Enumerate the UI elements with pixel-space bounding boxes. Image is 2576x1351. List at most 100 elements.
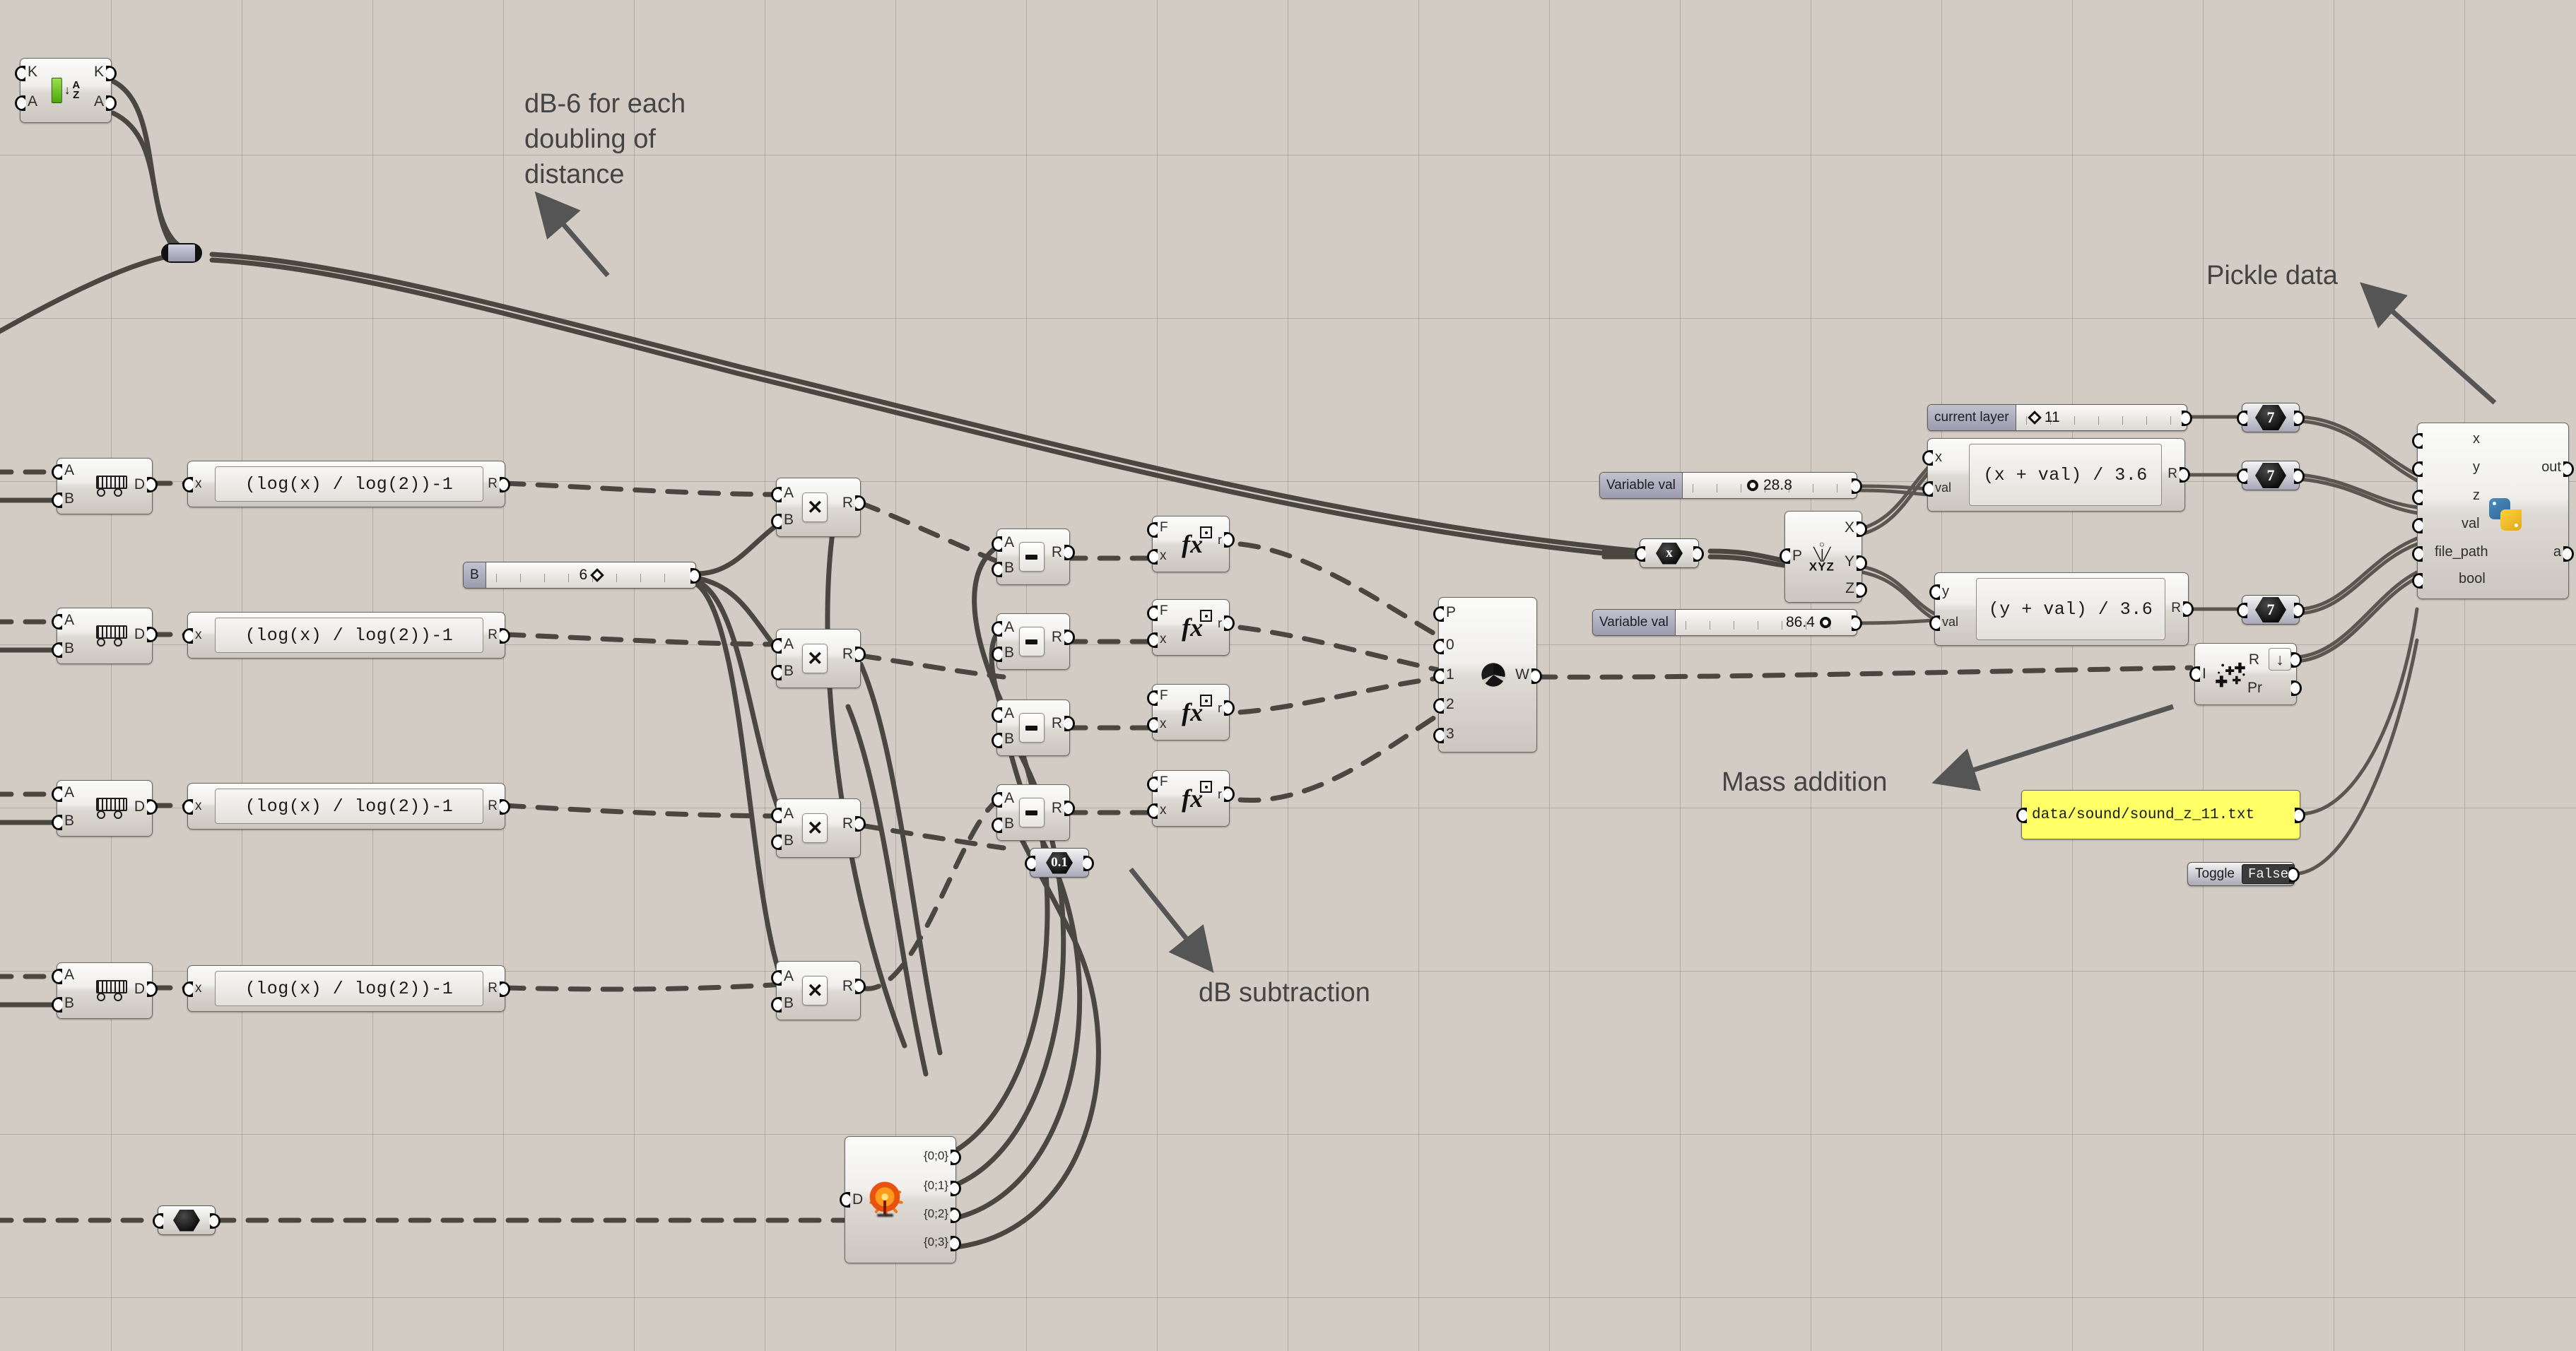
explode-tree-component[interactable]: D {0;0} {0;1} {0;2} {0;3} xyxy=(840,1136,961,1263)
expr-y-input-pin-val[interactable] xyxy=(1929,615,1941,631)
expression-input-pin-x[interactable] xyxy=(182,628,194,644)
multiply-output-pin-r[interactable] xyxy=(854,816,866,832)
subtract-input-pin-a[interactable] xyxy=(992,621,1003,637)
evaluate-component-2[interactable]: F x r fx xyxy=(1147,599,1235,656)
toggle-output-pin[interactable] xyxy=(2288,867,2300,883)
python-output-pin-a[interactable] xyxy=(2563,546,2574,562)
evaluate-output-pin-r[interactable] xyxy=(1223,700,1235,716)
multiplication-component-3[interactable]: A B R ✕ xyxy=(771,798,866,858)
num7a-output-pin[interactable] xyxy=(2293,411,2305,426)
evaluate-output-pin-r[interactable] xyxy=(1223,786,1235,802)
multiplication-component-1[interactable]: A B R ✕ xyxy=(771,478,866,537)
evaluate-input-pin-f[interactable] xyxy=(1147,690,1158,706)
expression-output-pin-r[interactable] xyxy=(499,799,510,815)
expression-component-4[interactable]: x R (log(x) / log(2))-1 xyxy=(182,965,510,1012)
number-slider-variable-val-y[interactable]: Variable val 86.4 xyxy=(1592,609,1862,636)
sort-component[interactable]: K A K A ↓ AZ xyxy=(15,58,117,123)
multiply-input-pin-b[interactable] xyxy=(771,997,782,1013)
sort-output-pin-k[interactable] xyxy=(105,66,117,81)
explodetree-output-pin-2[interactable] xyxy=(950,1208,961,1223)
sort-input-pin-a[interactable] xyxy=(15,95,26,111)
sort-output-pin-a[interactable] xyxy=(105,95,117,111)
hexparam-input-pin[interactable] xyxy=(153,1213,164,1229)
evaluate-output-pin-r[interactable] xyxy=(1223,615,1235,631)
expression-component-2[interactable]: x R (log(x) / log(2))-1 xyxy=(182,612,510,659)
numparam-output-pin[interactable] xyxy=(1083,856,1094,871)
subtract-input-pin-b[interactable] xyxy=(992,818,1003,833)
expr-x-input-pin-val[interactable] xyxy=(1922,481,1934,497)
multiply-input-pin-a[interactable] xyxy=(771,638,782,654)
multiply-input-pin-a[interactable] xyxy=(771,487,782,502)
multiply-output-pin-r[interactable] xyxy=(854,647,866,662)
subtraction-component-2[interactable]: A B R xyxy=(992,613,1075,670)
subtraction-component-4[interactable]: A B R xyxy=(992,784,1075,841)
subtract-input-pin-b[interactable] xyxy=(992,647,1003,662)
evaluate-input-pin-x[interactable] xyxy=(1147,717,1158,733)
deconstruct-output-pin-x[interactable] xyxy=(1856,521,1867,537)
subtract-output-pin-r[interactable] xyxy=(1064,630,1075,645)
distance-output-pin-d[interactable] xyxy=(146,627,158,642)
expr-y-output-pin-r[interactable] xyxy=(2182,601,2194,617)
numparam-input-pin[interactable] xyxy=(1025,856,1036,871)
weave-input-pin-2[interactable] xyxy=(1433,698,1445,714)
explodetree-output-pin-3[interactable] xyxy=(950,1236,961,1251)
num7b-output-pin[interactable] xyxy=(2293,468,2305,484)
subtract-input-pin-a[interactable] xyxy=(992,792,1003,808)
subtract-input-pin-b[interactable] xyxy=(992,562,1003,577)
deconstruct-point-component[interactable]: P X Y Z ○ ╲|╱ XYZ xyxy=(1780,511,1867,603)
expression-text-y[interactable]: (y + val) / 3.6 xyxy=(1976,578,2165,640)
expression-component-y[interactable]: y val R (y + val) / 3.6 xyxy=(1929,572,2194,646)
distance-input-pin-a[interactable] xyxy=(52,614,63,630)
weave-input-pin-1[interactable] xyxy=(1433,668,1445,684)
multiplication-component-4[interactable]: A B R ✕ xyxy=(771,961,866,1020)
multiply-input-pin-b[interactable] xyxy=(771,514,782,529)
evaluate-input-pin-f[interactable] xyxy=(1147,777,1158,792)
number-param-seven-c[interactable]: 7 xyxy=(2237,595,2305,625)
pointparam-output-pin[interactable] xyxy=(1693,546,1704,562)
num7a-input-pin[interactable] xyxy=(2237,411,2248,426)
weave-input-pin-3[interactable] xyxy=(1433,728,1445,743)
weave-input-pin-p[interactable] xyxy=(1433,606,1445,622)
distance-input-pin-a[interactable] xyxy=(52,786,63,802)
expression-output-pin-r[interactable] xyxy=(499,477,510,492)
expression-text-3[interactable]: (log(x) / log(2))-1 xyxy=(215,789,483,824)
toggle-value[interactable]: False xyxy=(2242,864,2295,884)
pointparam-input-pin[interactable] xyxy=(1635,546,1646,562)
num7b-input-pin[interactable] xyxy=(2237,468,2248,484)
explodetree-input-pin-d[interactable] xyxy=(840,1192,851,1208)
subtract-input-pin-b[interactable] xyxy=(992,733,1003,748)
mass-addition-component[interactable]: I R Pr ✚ ✚ ✚ ✚ ● ● ● ↓ xyxy=(2189,643,2302,705)
python-input-pin-y[interactable] xyxy=(2412,461,2423,477)
evaluate-input-pin-f[interactable] xyxy=(1147,606,1158,621)
panel-output-pin[interactable] xyxy=(2294,808,2305,823)
sort-input-pin-k[interactable] xyxy=(15,66,26,81)
number-param-seven-a[interactable]: 7 xyxy=(2237,403,2305,432)
expression-input-pin-x[interactable] xyxy=(182,981,194,997)
distance-input-pin-b[interactable] xyxy=(52,997,63,1013)
evaluate-input-pin-x[interactable] xyxy=(1147,632,1158,648)
multiply-input-pin-b[interactable] xyxy=(771,834,782,850)
distance-input-pin-a[interactable] xyxy=(52,969,63,984)
python-output-pin-out[interactable] xyxy=(2563,461,2574,477)
num7c-output-pin[interactable] xyxy=(2293,603,2305,618)
ghpython-component[interactable]: x y z val file_path bool out a xyxy=(2412,423,2574,599)
distance-output-pin-d[interactable] xyxy=(146,981,158,997)
expression-component-x[interactable]: x val R (x + val) / 3.6 xyxy=(1922,438,2190,512)
number-param-point-one[interactable]: 0.1 xyxy=(1025,848,1094,878)
distance-component-2[interactable]: A B D xyxy=(52,608,158,664)
massaddition-output-pin-r[interactable] xyxy=(2290,652,2302,668)
multiply-input-pin-a[interactable] xyxy=(771,970,782,986)
distance-input-pin-b[interactable] xyxy=(52,815,63,830)
multiply-output-pin-r[interactable] xyxy=(854,495,866,511)
python-input-pin-val[interactable] xyxy=(2412,518,2423,533)
evaluate-component-4[interactable]: F x r fx xyxy=(1147,770,1235,827)
evaluate-component-3[interactable]: F x r fx xyxy=(1147,684,1235,741)
python-input-pin-bool[interactable] xyxy=(2412,573,2423,589)
multiply-input-pin-a[interactable] xyxy=(771,808,782,823)
distance-input-pin-a[interactable] xyxy=(52,464,63,480)
weave-component[interactable]: P 0 1 2 3 W xyxy=(1433,597,1542,753)
number-slider-b[interactable]: B 6 xyxy=(463,562,701,589)
slider-b-output-pin[interactable] xyxy=(690,568,701,584)
slider-variable-val-y-output-pin[interactable] xyxy=(1851,615,1862,631)
subtract-input-pin-a[interactable] xyxy=(992,536,1003,552)
